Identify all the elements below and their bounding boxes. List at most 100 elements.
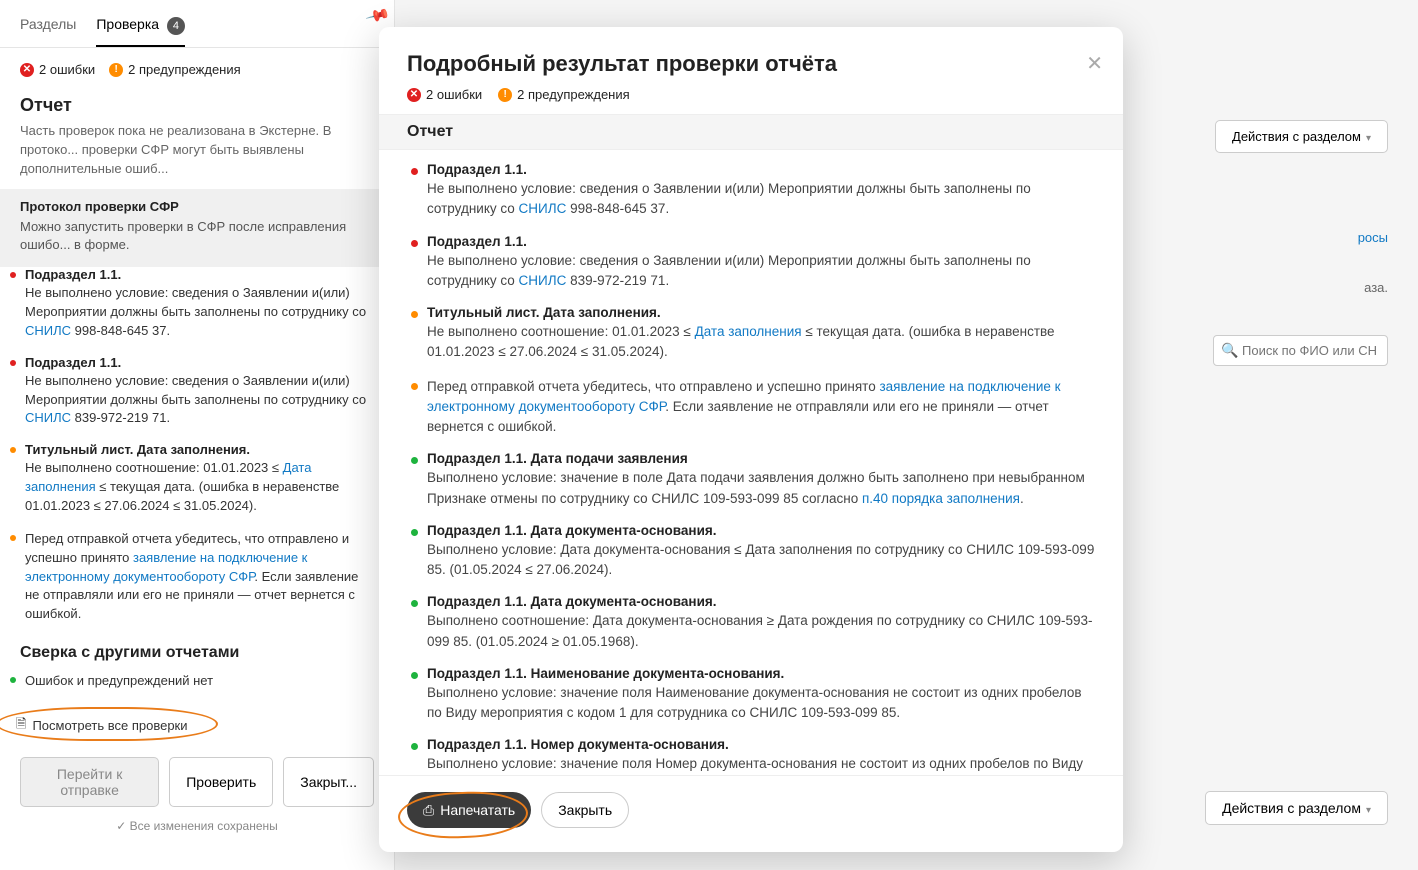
tab-check[interactable]: Проверка 4 bbox=[96, 10, 185, 47]
cross-ok-item: Ошибок и предупреждений нет bbox=[0, 672, 394, 705]
modal-issue-item: Подраздел 1.1. Наименование документа-ос… bbox=[407, 666, 1095, 738]
close-icon[interactable]: ✕ bbox=[1086, 51, 1103, 76]
sidebar: Разделы Проверка 4 ✕2 ошибки ! 2 предупре… bbox=[0, 0, 395, 870]
search-wrapper: 🔍 bbox=[1213, 335, 1388, 366]
sidebar-issue[interactable]: Подраздел 1.1. Не выполнено условие: свед… bbox=[0, 267, 394, 355]
bullet-red-icon bbox=[10, 360, 16, 366]
bullet-orange-icon bbox=[411, 383, 418, 390]
issue-title: Подраздел 1.1. bbox=[20, 355, 374, 370]
error-icon: ✕ bbox=[20, 63, 34, 77]
saved-status: Все изменения сохранены bbox=[0, 813, 394, 845]
modal-issue-title: Подраздел 1.1. Наименование документа-ос… bbox=[427, 666, 1095, 681]
sidebar-issue[interactable]: Подраздел 1.1. Не выполнено условие: свед… bbox=[0, 355, 394, 443]
issue-title: Титульный лист. Дата заполнения. bbox=[20, 442, 374, 457]
cross-heading: Сверка с другими отчетами bbox=[0, 638, 394, 672]
modal-issue-item: Подраздел 1.1. Дата подачи заявленияВыпо… bbox=[407, 451, 1095, 523]
summary-warnings: ! 2 предупреждения bbox=[109, 62, 241, 77]
modal-body: Подраздел 1.1. Не выполнено условие: свед… bbox=[379, 150, 1123, 775]
modal-issue-link[interactable]: СНИЛС bbox=[519, 201, 567, 216]
modal-issue-text: Перед отправкой отчета убедитесь, что от… bbox=[427, 377, 1095, 438]
check-button[interactable]: Проверить bbox=[169, 757, 273, 807]
modal-issue-title: Подраздел 1.1. Дата документа-основания. bbox=[427, 523, 1095, 538]
modal-issue-link[interactable]: Дата заполнения bbox=[695, 324, 802, 339]
sidebar-issue[interactable]: Перед отправкой отчета убедитесь, что от… bbox=[0, 530, 394, 638]
bullet-red-icon bbox=[10, 272, 16, 278]
modal-errors-text: 2 ошибки bbox=[426, 87, 482, 102]
visible-link-fragment[interactable]: росы bbox=[1358, 230, 1388, 245]
modal-issue-item: Подраздел 1.1. Номер документа-основания… bbox=[407, 737, 1095, 775]
summary-warnings-text: 2 предупреждения bbox=[128, 62, 241, 77]
modal-issue-text: Не выполнено условие: сведения о Заявлен… bbox=[427, 179, 1095, 220]
issue-link[interactable]: СНИЛС bbox=[25, 410, 71, 425]
modal-issue-link[interactable]: заявление на подключение к электронному … bbox=[427, 379, 1061, 414]
issue-title: Подраздел 1.1. bbox=[20, 267, 374, 282]
sidebar-note: Часть проверок пока не реализована в Экс… bbox=[0, 122, 394, 189]
bullet-green-icon bbox=[411, 457, 418, 464]
document-icon: 🗎 bbox=[16, 715, 26, 737]
modal-footer: ⎙ Напечатать Закрыть bbox=[379, 775, 1123, 852]
bullet-orange-icon bbox=[10, 535, 16, 541]
modal-section-heading: Отчет bbox=[379, 114, 1123, 150]
modal-issue-link[interactable]: СНИЛС bbox=[519, 273, 567, 288]
summary-errors: ✕2 ошибки bbox=[20, 62, 95, 77]
modal-issue-item: Перед отправкой отчета убедитесь, что от… bbox=[407, 377, 1095, 452]
print-button[interactable]: ⎙ Напечатать bbox=[407, 792, 531, 828]
bullet-orange-icon bbox=[10, 447, 16, 453]
section-actions-button-bottom[interactable]: Действия с разделом ▾ bbox=[1205, 791, 1388, 825]
visible-hint-fragment: аза. bbox=[1364, 280, 1388, 295]
modal-issue-text: Выполнено условие: Дата документа-основа… bbox=[427, 540, 1095, 581]
bullet-red-icon bbox=[411, 240, 418, 247]
search-input[interactable] bbox=[1213, 335, 1388, 366]
protocol-block[interactable]: Протокол проверки СФР Можно запустить пр… bbox=[0, 189, 394, 268]
warning-icon: ! bbox=[109, 63, 123, 77]
sidebar-summary: ✕2 ошибки ! 2 предупреждения bbox=[0, 48, 394, 91]
printer-icon: ⎙ bbox=[423, 802, 434, 819]
chevron-down-icon: ▾ bbox=[1366, 805, 1371, 816]
section-actions-label-b: Действия с разделом bbox=[1222, 800, 1361, 816]
chevron-down-icon: ▾ bbox=[1366, 133, 1371, 144]
view-all-link[interactable]: 🗎 Посмотреть все проверки bbox=[16, 715, 188, 737]
protocol-text: Можно запустить проверки в СФР после исп… bbox=[20, 218, 374, 256]
modal-header: Подробный результат проверки отчёта ✕ ✕2… bbox=[379, 27, 1123, 114]
modal-issue-title: Титульный лист. Дата заполнения. bbox=[427, 305, 1095, 320]
modal-title: Подробный результат проверки отчёта bbox=[407, 51, 1095, 77]
sidebar-buttons: Перейти к отправке Проверить Закрыт... bbox=[0, 747, 394, 813]
view-all-wrapper: 🗎 Посмотреть все проверки bbox=[0, 705, 394, 747]
modal-issue-link[interactable]: п.40 порядка заполнения bbox=[862, 491, 1020, 506]
issue-text: Не выполнено соотношение: 01.01.2023 ≤ Д… bbox=[20, 459, 374, 516]
modal-issue-item: Подраздел 1.1. Дата документа-основания.… bbox=[407, 523, 1095, 595]
modal-issue-text: Выполнено условие: значение поля Номер д… bbox=[427, 754, 1095, 775]
close-button[interactable]: Закрыт... bbox=[283, 757, 374, 807]
modal-issue-text: Не выполнено соотношение: 01.01.2023 ≤ Д… bbox=[427, 322, 1095, 363]
actions-top: Действия с разделом ▾ bbox=[1215, 120, 1388, 153]
sidebar-issue[interactable]: Титульный лист. Дата заполнения. Не выпол… bbox=[0, 442, 394, 530]
bullet-green-icon bbox=[411, 743, 418, 750]
tab-sections[interactable]: Разделы bbox=[20, 10, 76, 47]
section-actions-label: Действия с разделом bbox=[1232, 129, 1361, 144]
issue-link[interactable]: заявление на подключение к электронному … bbox=[25, 550, 307, 584]
modal-issue-title: Подраздел 1.1. Номер документа-основания… bbox=[427, 737, 1095, 752]
protocol-title: Протокол проверки СФР bbox=[20, 199, 374, 214]
sidebar-tabs: Разделы Проверка 4 bbox=[0, 0, 394, 48]
section-actions-button[interactable]: Действия с разделом ▾ bbox=[1215, 120, 1388, 153]
issue-text: Перед отправкой отчета убедитесь, что от… bbox=[20, 530, 374, 624]
modal-issue-item: Титульный лист. Дата заполнения. Не выпол… bbox=[407, 305, 1095, 377]
modal-close-button[interactable]: Закрыть bbox=[541, 792, 629, 828]
warning-icon: ! bbox=[498, 88, 512, 102]
issue-text: Не выполнено условие: сведения о Заявлен… bbox=[20, 372, 374, 429]
modal-issue-title: Подраздел 1.1. bbox=[427, 234, 1095, 249]
issue-link[interactable]: Дата заполнения bbox=[25, 460, 311, 494]
bullet-green-icon bbox=[411, 600, 418, 607]
modal-issue-text: Не выполнено условие: сведения о Заявлен… bbox=[427, 251, 1095, 292]
issue-text: Не выполнено условие: сведения о Заявлен… bbox=[20, 284, 374, 341]
modal-issue-text: Выполнено соотношение: Дата документа-ос… bbox=[427, 611, 1095, 652]
modal-issue-title: Подраздел 1.1. Дата документа-основания. bbox=[427, 594, 1095, 609]
issue-link[interactable]: СНИЛС bbox=[25, 323, 71, 338]
modal-warnings-text: 2 предупреждения bbox=[517, 87, 630, 102]
bullet-green-icon bbox=[411, 529, 418, 536]
actions-bottom: Действия с разделом ▾ bbox=[1205, 791, 1388, 825]
modal-issue-item: Подраздел 1.1.Не выполнено условие: свед… bbox=[407, 162, 1095, 234]
bullet-green-icon bbox=[10, 677, 16, 683]
tab-check-badge: 4 bbox=[167, 17, 185, 35]
send-button[interactable]: Перейти к отправке bbox=[20, 757, 159, 807]
